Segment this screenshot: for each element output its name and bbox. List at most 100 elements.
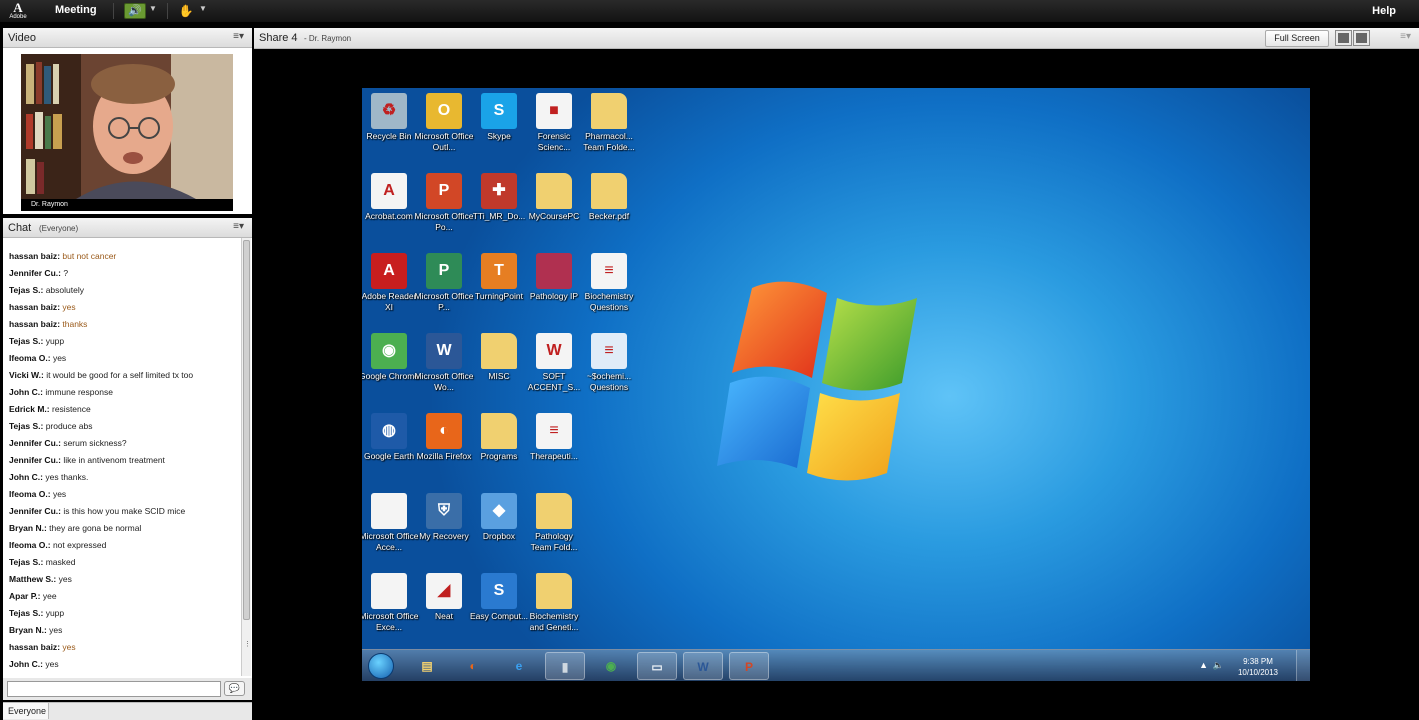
desktop-icon[interactable]: A Adobe Reader XI xyxy=(362,253,419,313)
desktop-icon[interactable]: ◢ Neat xyxy=(414,573,474,622)
desktop-icon[interactable]: ◉ Google Chrome xyxy=(362,333,419,382)
volume-icon[interactable]: 🔈 xyxy=(1213,660,1224,671)
desktop-icon-label: Adobe Reader XI xyxy=(362,291,417,312)
desktop-icon[interactable]: MyCoursePC xyxy=(524,173,584,222)
taskbar-folder-button[interactable]: ▤ xyxy=(407,652,447,680)
desktop-icon[interactable]: ≡ Therapeuti... xyxy=(524,413,584,462)
chat-text: like in antivenom treatment xyxy=(63,455,165,465)
desktop-icon[interactable]: ♻ Recycle Bin xyxy=(362,93,419,142)
speaker-dropdown-icon[interactable]: ▼ xyxy=(149,4,157,13)
webcam-video xyxy=(21,54,233,199)
status-dropdown-icon[interactable]: ▼ xyxy=(199,4,207,13)
desktop-icon[interactable]: P Microsoft Office P... xyxy=(414,253,474,313)
chat-sender: Jennifer Cu. xyxy=(9,438,63,448)
desktop-icon[interactable]: Biochemistry and Geneti... xyxy=(524,573,584,633)
desktop-icon[interactable]: ◐ Mozilla Firefox xyxy=(414,413,474,462)
chat-pod-menu-icon[interactable]: ≡▾ xyxy=(233,221,244,232)
send-message-button[interactable]: 💬 xyxy=(224,681,245,696)
chat-sender: Tejas S. xyxy=(9,421,46,431)
desktop-icon[interactable]: S Skype xyxy=(469,93,529,142)
speaker-button[interactable]: 🔊 xyxy=(124,3,146,19)
desktop-icon[interactable]: Microsoft Office Acce... xyxy=(362,493,419,553)
chat-message: Jennifer Cu.? xyxy=(9,267,239,284)
actual-size-button[interactable] xyxy=(1353,30,1370,46)
desktop-icon[interactable]: ◆ Dropbox xyxy=(469,493,529,542)
raise-hand-button[interactable]: ✋ xyxy=(178,3,194,19)
chat-sender: Jennifer Cu. xyxy=(9,455,63,465)
chat-text: they are gona be normal xyxy=(49,523,142,533)
desktop-icon[interactable]: ■ Forensic Scienc... xyxy=(524,93,584,153)
taskbar-connect-app-button[interactable]: ▮ xyxy=(545,652,585,680)
firefox-icon: ◐ xyxy=(426,413,462,449)
chat-message: hassan baizthanks xyxy=(9,318,239,335)
desktop-icon[interactable]: Programs xyxy=(469,413,529,462)
recovery-icon: ⛨ xyxy=(426,493,462,529)
chat-message: Tejas S.masked xyxy=(9,556,239,573)
desktop-icon-label: MyCoursePC xyxy=(528,211,580,221)
desktop-icon[interactable]: ≡ Biochemistry Questions xyxy=(579,253,639,313)
full-screen-button[interactable]: Full Screen xyxy=(1265,30,1329,47)
chat-sender: Tejas S. xyxy=(9,336,46,346)
start-button[interactable] xyxy=(368,653,394,679)
desktop-icon[interactable]: ◍ Google Earth xyxy=(362,413,419,462)
meeting-menu[interactable]: Meeting xyxy=(55,4,97,16)
chat-text: but not cancer xyxy=(62,251,117,261)
word-icon: W xyxy=(426,333,462,369)
chat-sender: Edrick M. xyxy=(9,404,52,414)
taskbar-chrome-button[interactable]: ◉ xyxy=(591,652,631,680)
desktop-icon-label: Microsoft Office Acce... xyxy=(362,531,419,552)
chat-scrollbar[interactable]: ⋮ xyxy=(241,238,251,676)
menubar-divider xyxy=(167,3,168,19)
chat-recipient-selector[interactable]: Everyone xyxy=(3,703,49,719)
taskbar-firefox-button[interactable]: ◐ xyxy=(453,652,493,680)
clock-time: 9:38 PM xyxy=(1243,657,1273,666)
desktop-icon-label: Microsoft Office Po... xyxy=(414,211,474,232)
desktop-icon[interactable]: W SOFT ACCENT_S... xyxy=(524,333,584,393)
desktop-icon[interactable]: ≡ ~$ochemi... Questions xyxy=(579,333,639,393)
easy-computing-icon: S xyxy=(481,573,517,609)
taskbar-word-button[interactable]: W xyxy=(683,652,723,680)
folder-icon xyxy=(536,573,572,609)
shared-desktop: ♻ Recycle Bin O Microsoft Office Outl... S Sk… xyxy=(362,88,1310,681)
desktop-icon[interactable]: O Microsoft Office Outl... xyxy=(414,93,474,153)
desktop-icon-label: Biochemistry Questions xyxy=(584,291,634,312)
chat-sender: Jennifer Cu. xyxy=(9,506,63,516)
adobe-logo[interactable]: A Adobe xyxy=(8,1,28,21)
taskbar-powerpoint-button[interactable]: P xyxy=(729,652,769,680)
desktop-icon[interactable]: Pharmacol... Team Folde... xyxy=(579,93,639,153)
share-pod-menu-icon[interactable]: ≡▾ xyxy=(1400,31,1411,42)
desktop-icon[interactable]: T TurningPoint xyxy=(469,253,529,302)
chat-scroll-thumb[interactable] xyxy=(243,240,250,620)
desktop-icon[interactable]: S Easy Comput... xyxy=(469,573,529,622)
desktop-icon[interactable]: Pathology Team Fold... xyxy=(524,493,584,553)
chat-message: John C.yes thanks. xyxy=(9,471,239,488)
taskbar-network-button[interactable]: ▭ xyxy=(637,652,677,680)
help-menu[interactable]: Help xyxy=(1372,5,1396,17)
chat-text: ? xyxy=(63,268,69,278)
desktop-icon[interactable]: Microsoft Office Exce... xyxy=(362,573,419,633)
folder-icon xyxy=(536,493,572,529)
adobe-reader-icon: A xyxy=(371,253,407,289)
show-desktop-button[interactable] xyxy=(1296,650,1310,681)
chat-text: yupp xyxy=(45,608,65,618)
chat-message-input[interactable] xyxy=(7,681,221,697)
desktop-icon[interactable]: W Microsoft Office Wo... xyxy=(414,333,474,393)
desktop-icon[interactable]: Pathology IP xyxy=(524,253,584,302)
tray-expand-icon[interactable]: ▲ xyxy=(1199,660,1208,670)
firefox-icon: ◐ xyxy=(469,659,477,673)
fit-view-button[interactable] xyxy=(1335,30,1352,46)
chat-text: yes xyxy=(52,353,67,363)
desktop-icon[interactable]: A Acrobat.com xyxy=(362,173,419,222)
desktop-icon[interactable]: Becker.pdf xyxy=(579,173,639,222)
desktop-icon[interactable]: MISC xyxy=(469,333,529,382)
taskbar-ie-button[interactable]: e xyxy=(499,652,539,680)
chat-message: Vicki W.it would be good for a self limi… xyxy=(9,369,239,386)
desktop-icon[interactable]: ⛨ My Recovery xyxy=(414,493,474,542)
desktop-icon-label: Dropbox xyxy=(482,531,516,541)
taskbar-clock[interactable]: 9:38 PM 10/10/2013 xyxy=(1232,656,1284,678)
publisher-icon: P xyxy=(426,253,462,289)
desktop-icon[interactable]: ✚ TTi_MR_Do... xyxy=(469,173,529,222)
video-pod-menu-icon[interactable]: ≡▾ xyxy=(233,31,244,42)
chat-scope: (Everyone) xyxy=(39,224,79,233)
desktop-icon[interactable]: P Microsoft Office Po... xyxy=(414,173,474,233)
